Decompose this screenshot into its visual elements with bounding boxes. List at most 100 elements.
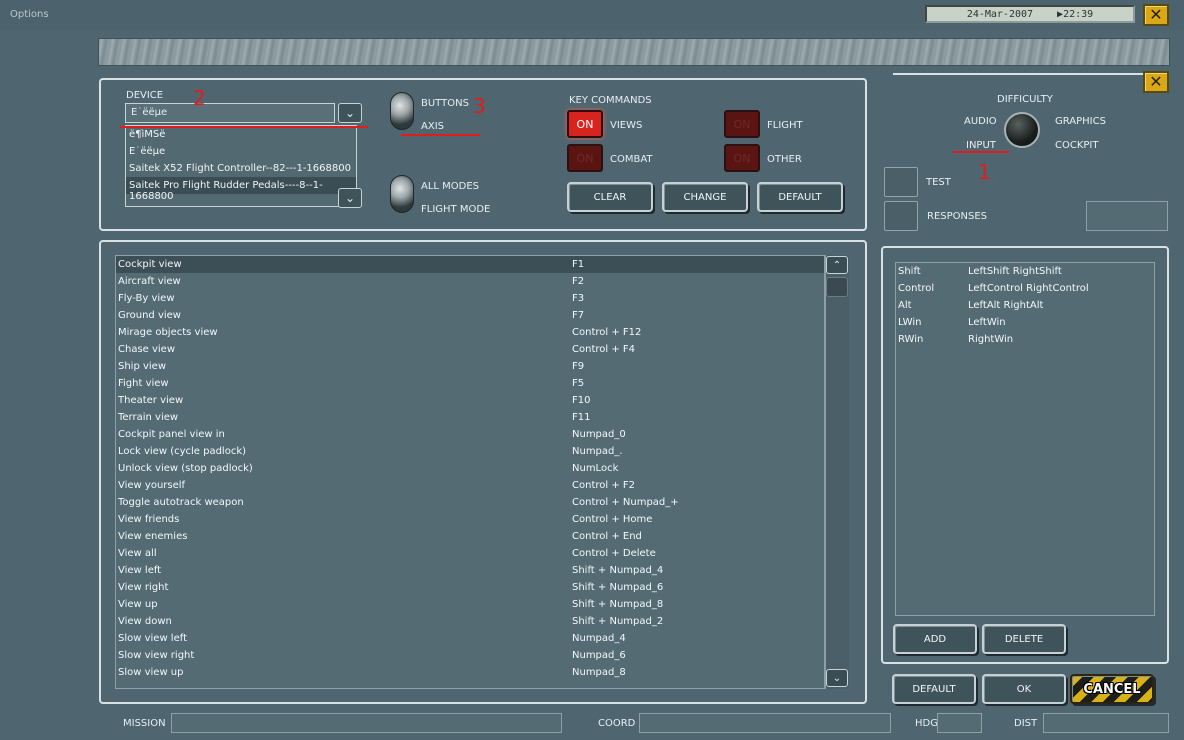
- table-row[interactable]: Terrain view F11: [116, 409, 824, 426]
- command-name: View all: [118, 548, 157, 559]
- flight-led-button[interactable]: ON: [724, 110, 760, 138]
- delete-modifier-button[interactable]: DELETE: [982, 624, 1066, 654]
- table-row[interactable]: View left Shift + Numpad_4: [116, 562, 824, 579]
- table-row[interactable]: Slow view up Numpad_8: [116, 664, 824, 681]
- graphics-label[interactable]: GRAPHICS: [1055, 116, 1106, 127]
- annotation-3: 3: [473, 94, 486, 118]
- table-row[interactable]: View yourself Control + F2: [116, 477, 824, 494]
- scroll-thumb[interactable]: [826, 277, 848, 297]
- table-row[interactable]: View enemies Control + End: [116, 528, 824, 545]
- clear-button[interactable]: CLEAR: [567, 182, 653, 212]
- command-key: Numpad_0: [572, 429, 626, 440]
- table-row[interactable]: Unlock view (stop padlock) NumLock: [116, 460, 824, 477]
- device-dropdown-list: ë¶ìMSë E˙ëëµe Saitek X52 Flight Controll…: [125, 125, 357, 207]
- modifier-name: RWin: [898, 334, 924, 345]
- responses-label: RESPONSES: [927, 211, 988, 222]
- list-item[interactable]: LWin LeftWin: [896, 314, 1154, 331]
- command-name: View right: [118, 582, 169, 593]
- annotation-1: 1: [978, 160, 991, 184]
- chevron-down-icon: ⌄: [344, 106, 356, 120]
- modifier-keys: LeftShift RightShift: [968, 266, 1062, 277]
- table-row[interactable]: Ship view F9: [116, 358, 824, 375]
- audio-label[interactable]: AUDIO: [964, 116, 997, 127]
- device-dropdown-button-2[interactable]: ⌄: [338, 188, 362, 208]
- views-led-button[interactable]: ON: [567, 110, 603, 138]
- command-key: Shift + Numpad_6: [572, 582, 664, 593]
- table-row[interactable]: View all Control + Delete: [116, 545, 824, 562]
- combat-led-button[interactable]: ON: [567, 144, 603, 172]
- command-key: F5: [572, 378, 585, 389]
- table-row[interactable]: Chase view Control + F4: [116, 341, 824, 358]
- annotation-underline-2: [120, 126, 368, 128]
- add-modifier-button[interactable]: ADD: [893, 624, 977, 654]
- table-row[interactable]: Cockpit panel view in Numpad_0: [116, 426, 824, 443]
- table-row[interactable]: Lock view (cycle padlock) Numpad_.: [116, 443, 824, 460]
- key-commands-title: KEY COMMANDS: [569, 95, 652, 106]
- table-row[interactable]: Aircraft view F2: [116, 273, 824, 290]
- command-name: Lock view (cycle padlock): [118, 446, 247, 457]
- device-select[interactable]: E˙ëëµe: [125, 103, 335, 123]
- command-key: Numpad_.: [572, 446, 623, 457]
- table-row[interactable]: Mirage objects view Control + F12: [116, 324, 824, 341]
- table-row[interactable]: Toggle autotrack weapon Control + Numpad_…: [116, 494, 824, 511]
- close-window-button[interactable]: ✕: [1143, 4, 1169, 26]
- date-text: 24-Mar-2007: [966, 8, 1034, 20]
- close-panel-button[interactable]: ✕: [1143, 71, 1169, 93]
- all-modes-label: ALL MODES: [421, 181, 480, 192]
- table-row[interactable]: View friends Control + Home: [116, 511, 824, 528]
- command-name: Cockpit panel view in: [118, 429, 225, 440]
- list-item[interactable]: Alt LeftAlt RightAlt: [896, 297, 1154, 314]
- table-row[interactable]: Slow view left Numpad_4: [116, 630, 824, 647]
- table-row[interactable]: View up Shift + Numpad_8: [116, 596, 824, 613]
- default-button[interactable]: DEFAULT: [892, 674, 976, 704]
- device-option[interactable]: ë¶ìMSë: [126, 126, 356, 143]
- command-key: Numpad_4: [572, 633, 626, 644]
- command-key: F10: [572, 395, 591, 406]
- input-label[interactable]: INPUT: [966, 140, 996, 151]
- cockpit-label[interactable]: COCKPIT: [1055, 140, 1098, 151]
- ok-button[interactable]: OK: [982, 674, 1066, 704]
- table-row[interactable]: View down Shift + Numpad_2: [116, 613, 824, 630]
- test-checkbox[interactable]: [884, 167, 918, 197]
- command-name: Terrain view: [118, 412, 179, 423]
- command-key: Numpad_8: [572, 667, 626, 678]
- device-dropdown-button[interactable]: ⌄: [338, 103, 362, 123]
- device-option[interactable]: E˙ëëµe: [126, 143, 356, 160]
- list-item[interactable]: Control LeftControl RightControl: [896, 280, 1154, 297]
- buttons-axis-toggle[interactable]: [390, 92, 414, 130]
- cancel-button[interactable]: CANCEL: [1070, 674, 1154, 704]
- table-row[interactable]: Ground view F7: [116, 307, 824, 324]
- table-row[interactable]: View right Shift + Numpad_6: [116, 579, 824, 596]
- command-list: Cockpit view F1 Aircraft view F2 Fly-By view…: [115, 255, 825, 689]
- table-row[interactable]: Fly-By view F3: [116, 290, 824, 307]
- command-key: Control + F2: [572, 480, 635, 491]
- command-key: Control + F12: [572, 327, 642, 338]
- close-icon: ✕: [1149, 5, 1163, 24]
- list-item[interactable]: Shift LeftShift RightShift: [896, 263, 1154, 280]
- table-row[interactable]: Slow view right Numpad_6: [116, 647, 824, 664]
- hdg-label: HDG: [915, 718, 938, 729]
- change-button[interactable]: CHANGE: [662, 182, 748, 212]
- list-item[interactable]: RWin RightWin: [896, 331, 1154, 348]
- scroll-up-button[interactable]: ⌃: [826, 256, 848, 274]
- device-option[interactable]: Saitek X52 Flight Controller--82---1-166…: [126, 160, 356, 177]
- modifier-keys: LeftControl RightControl: [968, 283, 1089, 294]
- command-scrollbar[interactable]: ⌃ ⌄: [825, 255, 849, 689]
- responses-checkbox[interactable]: [884, 201, 918, 231]
- views-label: VIEWS: [610, 120, 643, 131]
- date-time-display: 24-Mar-2007 ▶22:39: [925, 5, 1135, 23]
- chevron-down-icon: ⌄: [832, 672, 842, 684]
- scroll-down-button[interactable]: ⌄: [826, 669, 848, 687]
- table-row[interactable]: Theater view F10: [116, 392, 824, 409]
- difficulty-label[interactable]: DIFFICULTY: [997, 94, 1053, 105]
- default-keys-button[interactable]: DEFAULT: [757, 182, 843, 212]
- table-row[interactable]: Cockpit view F1: [116, 256, 824, 273]
- buttons-label: BUTTONS: [421, 98, 469, 109]
- mode-toggle[interactable]: [390, 175, 414, 213]
- combat-label: COMBAT: [610, 154, 653, 165]
- section-selector-knob[interactable]: [1004, 112, 1040, 148]
- table-row[interactable]: Fight view F5: [116, 375, 824, 392]
- other-led-button[interactable]: ON: [724, 144, 760, 172]
- device-option[interactable]: Saitek Pro Flight Rudder Pedals----8--1-…: [126, 177, 356, 202]
- responses-field[interactable]: [1086, 201, 1168, 231]
